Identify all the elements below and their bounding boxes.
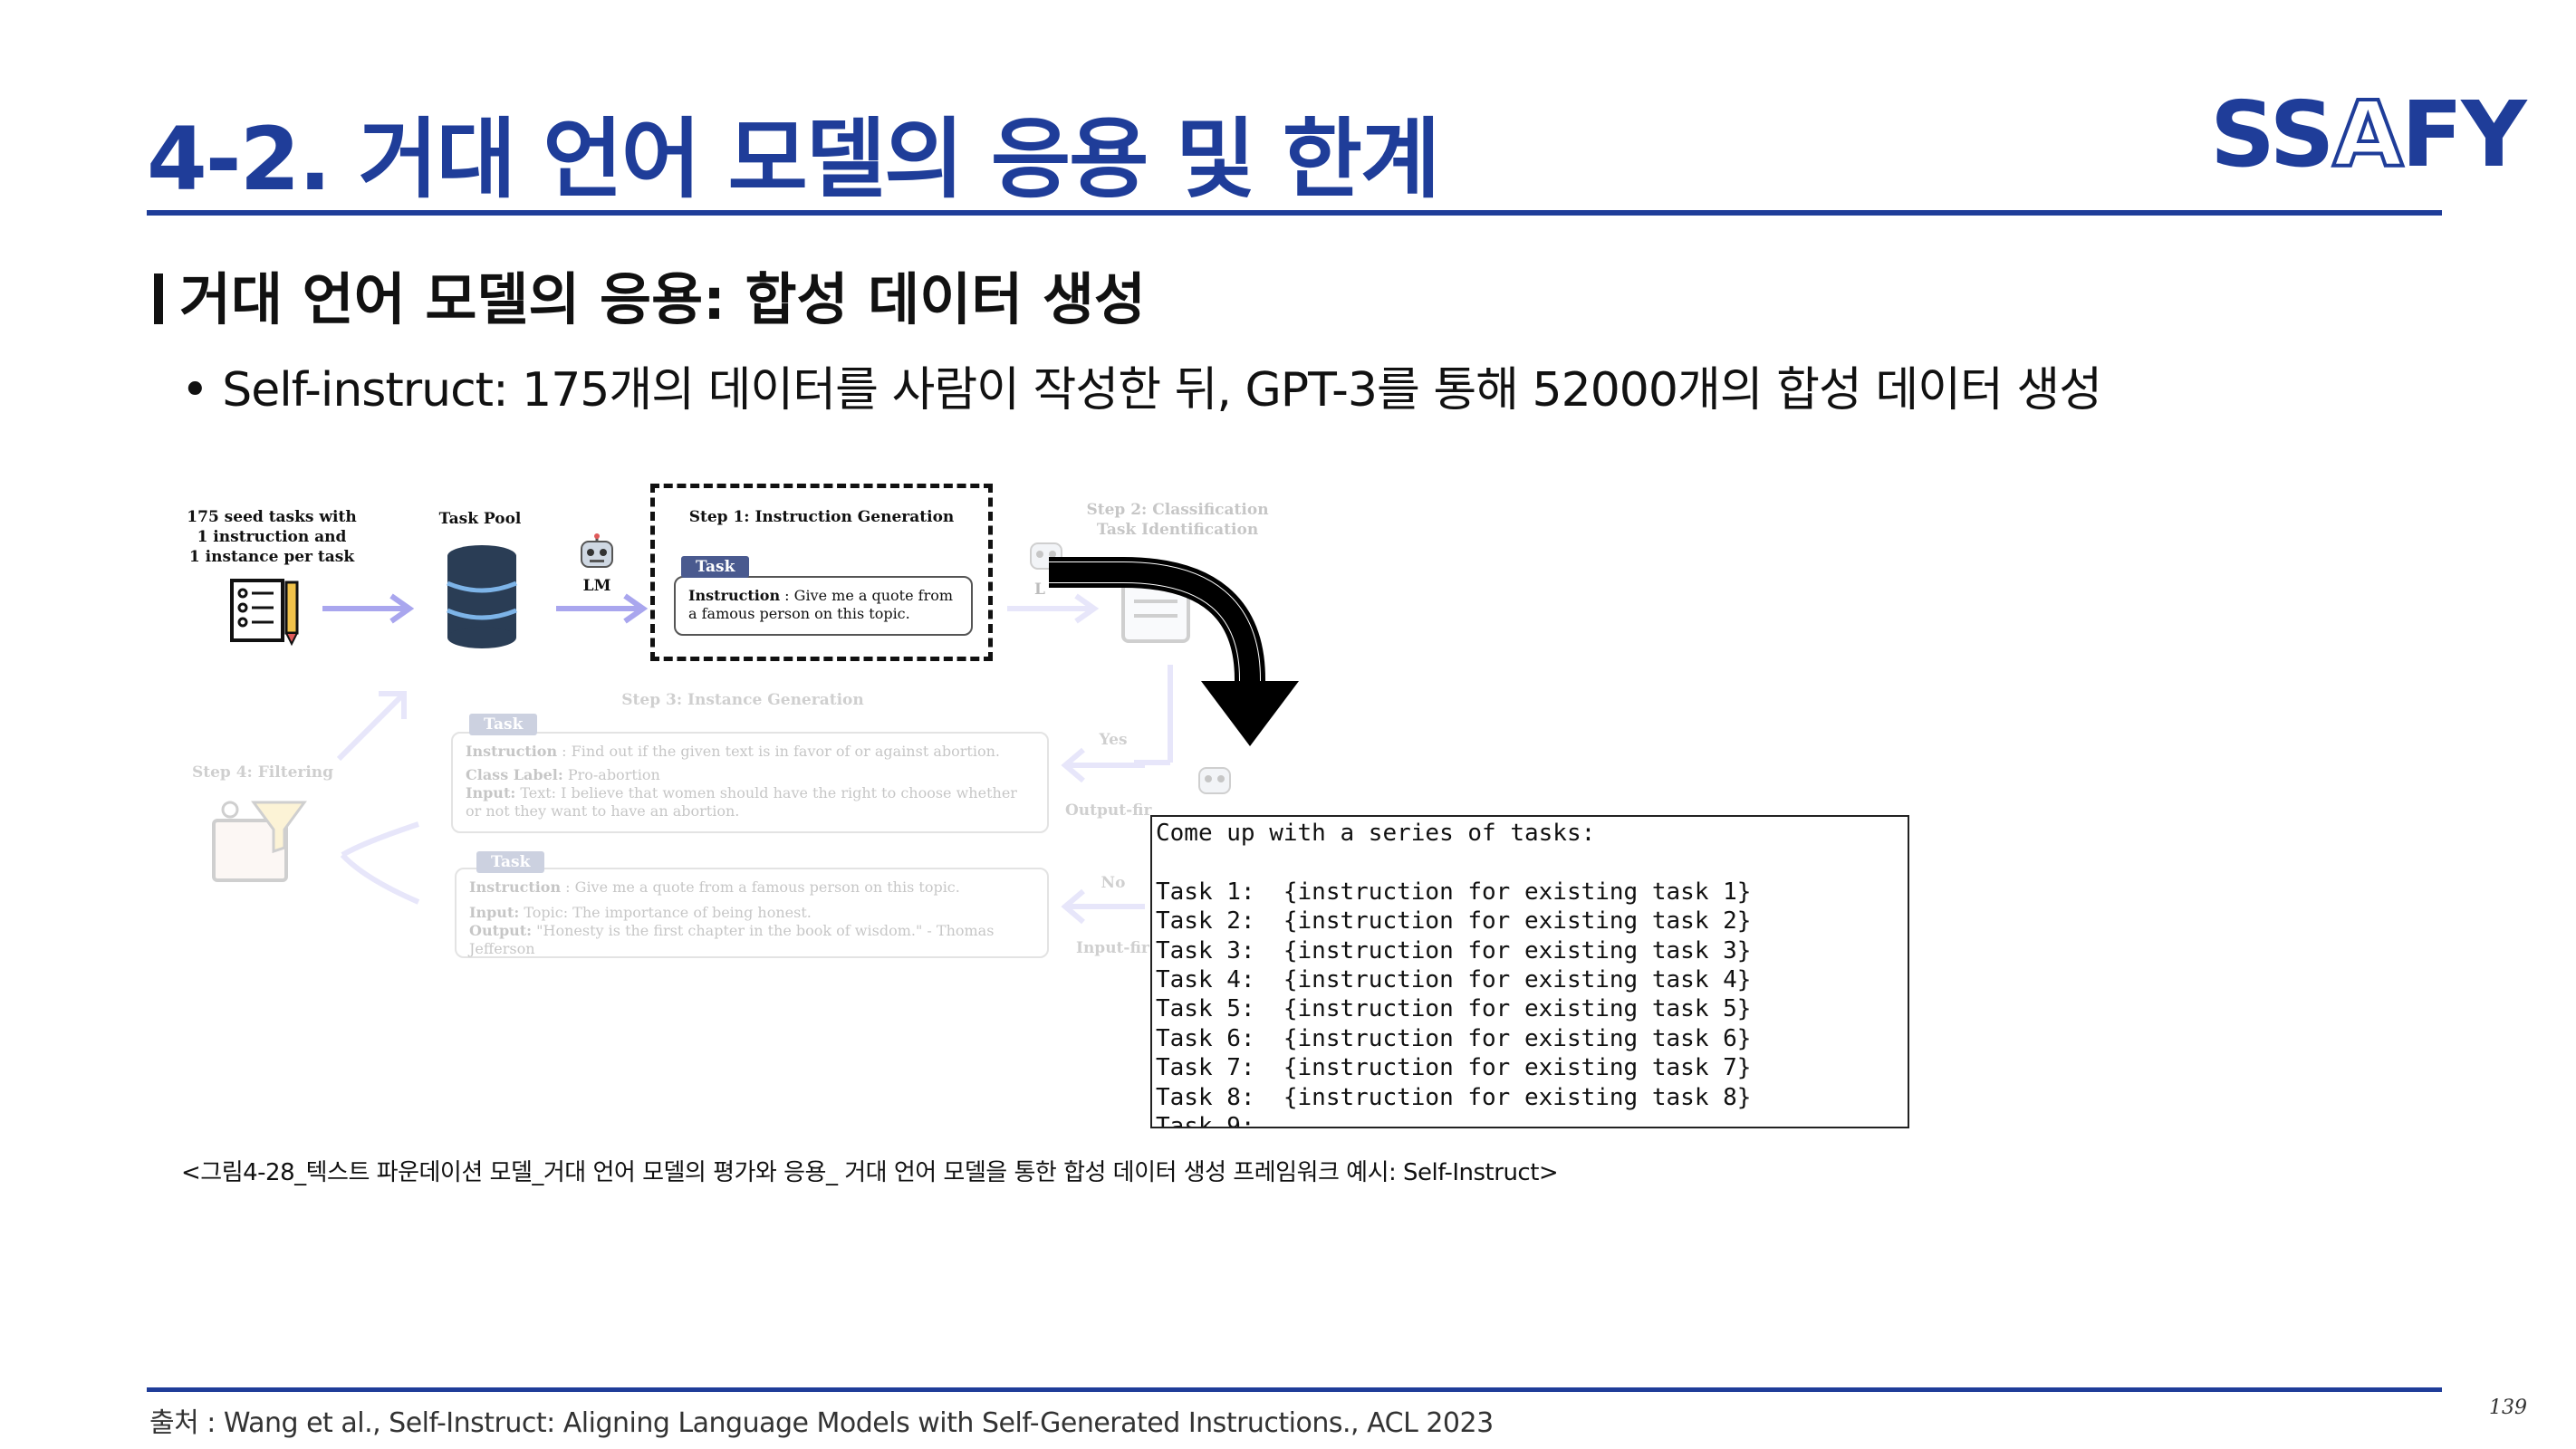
logo-part-2: A bbox=[2331, 80, 2405, 189]
section-heading: 거대 언어 모델의 응용: 합성 데이터 생성 bbox=[154, 254, 1146, 335]
bullet-text: • Self-instruct: 175개의 데이터를 사람이 작성한 뒤, G… bbox=[181, 363, 2102, 417]
source-citation: 출처 : Wang et al., Self-Instruct: Alignin… bbox=[149, 1407, 1494, 1439]
instruction-label: Instruction bbox=[469, 878, 562, 896]
prompt-line: Come up with a series of tasks: bbox=[1156, 820, 1596, 847]
task-tag: Task bbox=[476, 851, 545, 873]
input-label: Input: bbox=[469, 904, 520, 921]
output-first-label: Output-fir bbox=[1065, 801, 1152, 820]
down-right-arrow-icon bbox=[1049, 557, 1299, 746]
robot-icon bbox=[581, 533, 613, 568]
step2-label-line: Step 2: Classification bbox=[1086, 501, 1269, 519]
instance-card-classification: Instruction : Find out if the given text… bbox=[451, 732, 1049, 833]
instruction-label: Instruction bbox=[688, 587, 781, 604]
prompt-line: Task 8: {instruction for existing task 8… bbox=[1156, 1083, 1752, 1111]
arrow-up-right-icon bbox=[336, 691, 407, 762]
step1-label: Step 1: Instruction Generation bbox=[688, 508, 955, 526]
instruction-text: : Find out if the given text is in favor… bbox=[557, 743, 1000, 760]
section-heading-text: 거대 언어 모델의 응용: 합성 데이터 생성 bbox=[179, 266, 1146, 332]
instruction-text: : Give me a quote from a famous person o… bbox=[561, 878, 960, 896]
prompt-line: Task 3: {instruction for existing task 3… bbox=[1156, 936, 1752, 964]
prompt-line: ​ bbox=[1156, 848, 1904, 877]
robot-icon bbox=[1198, 767, 1231, 794]
footer-divider bbox=[147, 1387, 2442, 1392]
arrow-right-icon bbox=[322, 593, 415, 624]
output-text: "Honesty is the first chapter in the boo… bbox=[469, 922, 995, 957]
card-line: Instruction : Find out if the given text… bbox=[466, 743, 1034, 761]
card-line: Input: Text: I believe that women should… bbox=[466, 784, 1034, 820]
page-number: 139 bbox=[2489, 1396, 2527, 1419]
step2-label: Step 2: Classification Task Identificati… bbox=[1069, 500, 1286, 540]
title-divider bbox=[147, 210, 2442, 216]
prompt-line: Task 4: {instruction for existing task 4… bbox=[1156, 966, 1752, 994]
prompt-line: Task 5: {instruction for existing task 5… bbox=[1156, 995, 1752, 1023]
card-line: Output: "Honesty is the first chapter in… bbox=[469, 922, 1034, 958]
input-label: Input: bbox=[466, 784, 516, 801]
class-text: Pro-abortion bbox=[562, 766, 660, 783]
checklist-icon bbox=[230, 579, 299, 647]
arrow-right-icon bbox=[556, 593, 649, 624]
seed-label: 175 seed tasks with 1 instruction and 1 … bbox=[181, 507, 362, 567]
card-line: Input: Topic: The importance of being ho… bbox=[469, 904, 1034, 922]
step3-label: Step 3: Instance Generation bbox=[621, 691, 864, 709]
prompt-box: Come up with a series of tasks:​Task 1: … bbox=[1150, 815, 1909, 1128]
prompt-line: Task 7: {instruction for existing task 7… bbox=[1156, 1054, 1752, 1082]
task-tag: Task bbox=[469, 714, 538, 735]
output-label: Output: bbox=[469, 922, 533, 939]
figure-caption: <그림4-28_텍스트 파운데이션 모델_거대 언어 모델의 평가와 응용_ 거… bbox=[181, 1159, 1559, 1186]
instance-card-generation: Instruction : Give me a quote from a fam… bbox=[455, 868, 1049, 958]
seed-label-line: 175 seed tasks with bbox=[187, 508, 357, 526]
instruction-label: Instruction bbox=[466, 743, 558, 760]
card-line: Class Label: Pro-abortion bbox=[466, 766, 1034, 784]
arrow-curved-left-icon bbox=[340, 821, 420, 905]
ssafy-logo: SSAFY bbox=[2210, 80, 2527, 189]
class-label: Class Label: bbox=[466, 766, 563, 783]
step2-label-line: Task Identification bbox=[1096, 521, 1259, 539]
card-line: Instruction : Give me a quote from a fam… bbox=[469, 878, 1034, 897]
logo-part-3: FY bbox=[2400, 82, 2527, 187]
input-text: Topic: The importance of being honest. bbox=[519, 904, 812, 921]
seed-label-line: 1 instruction and bbox=[197, 528, 347, 546]
prompt-line: Task 1: {instruction for existing task 1… bbox=[1156, 878, 1752, 906]
task-tag: Task bbox=[681, 556, 750, 578]
database-icon bbox=[447, 545, 517, 648]
logo-part-1: SS bbox=[2210, 82, 2335, 187]
prompt-line: Task 6: {instruction for existing task 6… bbox=[1156, 1024, 1752, 1052]
page-title: 4-2. 거대 언어 모델의 응용 및 한계 bbox=[147, 109, 1440, 210]
input-text: Text: I believe that women should have t… bbox=[466, 784, 1017, 820]
prompt-line: Task 9: bbox=[1156, 1113, 1255, 1128]
seed-label-line: 1 instance per task bbox=[188, 548, 355, 566]
task-pool-label: Task Pool bbox=[438, 510, 522, 528]
prompt-line: Task 2: {instruction for existing task 2… bbox=[1156, 907, 1752, 936]
step4-label: Step 4: Filtering bbox=[191, 763, 334, 782]
filter-icon bbox=[212, 801, 307, 882]
heading-bar bbox=[154, 273, 163, 324]
arrow-left-icon bbox=[1061, 888, 1145, 925]
input-first-label: Input-fir bbox=[1076, 939, 1149, 957]
step1-task-card: Instruction : Give me a quote from a fam… bbox=[674, 576, 973, 636]
lm-label: LM bbox=[582, 577, 611, 595]
